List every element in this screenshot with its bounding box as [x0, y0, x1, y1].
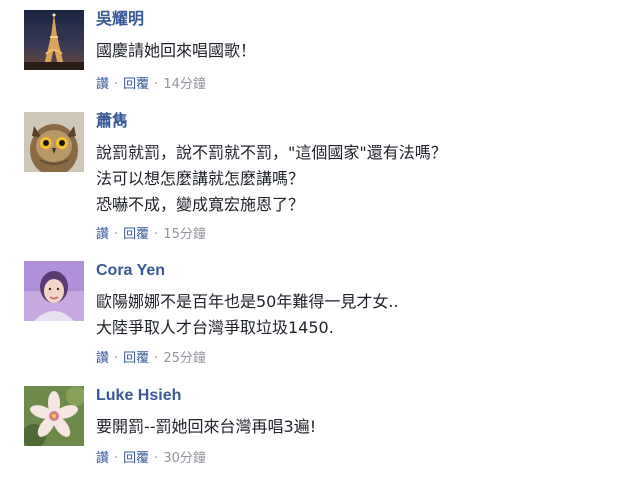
comment-line: 國慶請她回來唱國歌！: [96, 41, 257, 60]
comment-item: 吳耀明 國慶請她回來唱國歌！ 讚 · 回覆 · 14分鐘: [24, 10, 614, 100]
owl-icon: [24, 112, 84, 172]
comment-actions: 讚 · 回覆 · 25分鐘: [96, 350, 206, 368]
avatar[interactable]: [24, 112, 84, 172]
like-link[interactable]: 讚: [96, 451, 109, 466]
comment-timestamp[interactable]: 14分鐘: [163, 77, 206, 92]
comment-line: 說罰就罰，說不罰就不罰，"這個國家"還有法嗎？: [96, 143, 447, 162]
like-link[interactable]: 讚: [96, 77, 109, 92]
comment-item: 蕭雋 說罰就罰，說不罰就不罰，"這個國家"還有法嗎？ 法可以想怎麼講就怎麼講嗎？…: [24, 112, 614, 248]
comment-text: 國慶請她回來唱國歌！: [96, 38, 256, 64]
woman-portrait-icon: [24, 261, 84, 321]
comment-actions: 讚 · 回覆 · 30分鐘: [96, 450, 206, 468]
avatar[interactable]: [24, 386, 84, 446]
separator: ·: [114, 451, 119, 466]
avatar[interactable]: [24, 261, 84, 321]
separator: ·: [114, 227, 119, 242]
comment-author[interactable]: Cora Yen: [96, 261, 165, 281]
avatar[interactable]: [24, 10, 84, 70]
comment-text: 要開罰--罰她回來台灣再唱3遍!: [96, 414, 316, 440]
comment-timestamp[interactable]: 25分鐘: [163, 351, 206, 366]
comment-line: 恐嚇不成，變成寬宏施恩了？: [96, 195, 305, 214]
like-link[interactable]: 讚: [96, 227, 109, 242]
comment-actions: 讚 · 回覆 · 15分鐘: [96, 226, 206, 244]
comment-author[interactable]: Luke Hsieh: [96, 386, 181, 406]
separator: ·: [154, 451, 159, 466]
comment-author[interactable]: 蕭雋: [96, 112, 128, 132]
separator: ·: [154, 227, 159, 242]
like-link[interactable]: 讚: [96, 351, 109, 366]
separator: ·: [154, 351, 159, 366]
reply-link[interactable]: 回覆: [123, 227, 149, 242]
comment-item: Luke Hsieh 要開罰--罰她回來台灣再唱3遍! 讚 · 回覆 · 30分鐘: [24, 386, 614, 476]
flower-icon: [24, 386, 84, 446]
comment-timestamp[interactable]: 15分鐘: [163, 227, 206, 242]
comment-line: 歐陽娜娜不是百年也是50年難得一見才女..: [96, 292, 399, 311]
comment-line: 大陸爭取人才台灣爭取垃圾1450.: [96, 318, 334, 337]
comment-timestamp[interactable]: 30分鐘: [163, 451, 206, 466]
comment-text: 歐陽娜娜不是百年也是50年難得一見才女.. 大陸爭取人才台灣爭取垃圾1450.: [96, 289, 399, 341]
separator: ·: [114, 351, 119, 366]
comment-line: 要開罰--罰她回來台灣再唱3遍!: [96, 417, 317, 436]
separator: ·: [154, 77, 159, 92]
comment-text: 說罰就罰，說不罰就不罰，"這個國家"還有法嗎？ 法可以想怎麼講就怎麼講嗎？ 恐嚇…: [96, 140, 447, 218]
comment-actions: 讚 · 回覆 · 14分鐘: [96, 76, 206, 94]
comment-author[interactable]: 吳耀明: [96, 10, 144, 30]
separator: ·: [114, 77, 119, 92]
reply-link[interactable]: 回覆: [123, 451, 149, 466]
reply-link[interactable]: 回覆: [123, 77, 149, 92]
reply-link[interactable]: 回覆: [123, 351, 149, 366]
comment-item: Cora Yen 歐陽娜娜不是百年也是50年難得一見才女.. 大陸爭取人才台灣爭…: [24, 261, 614, 371]
eiffel-tower-icon: [24, 10, 84, 70]
comment-line: 法可以想怎麼講就怎麼講嗎？: [96, 169, 305, 188]
